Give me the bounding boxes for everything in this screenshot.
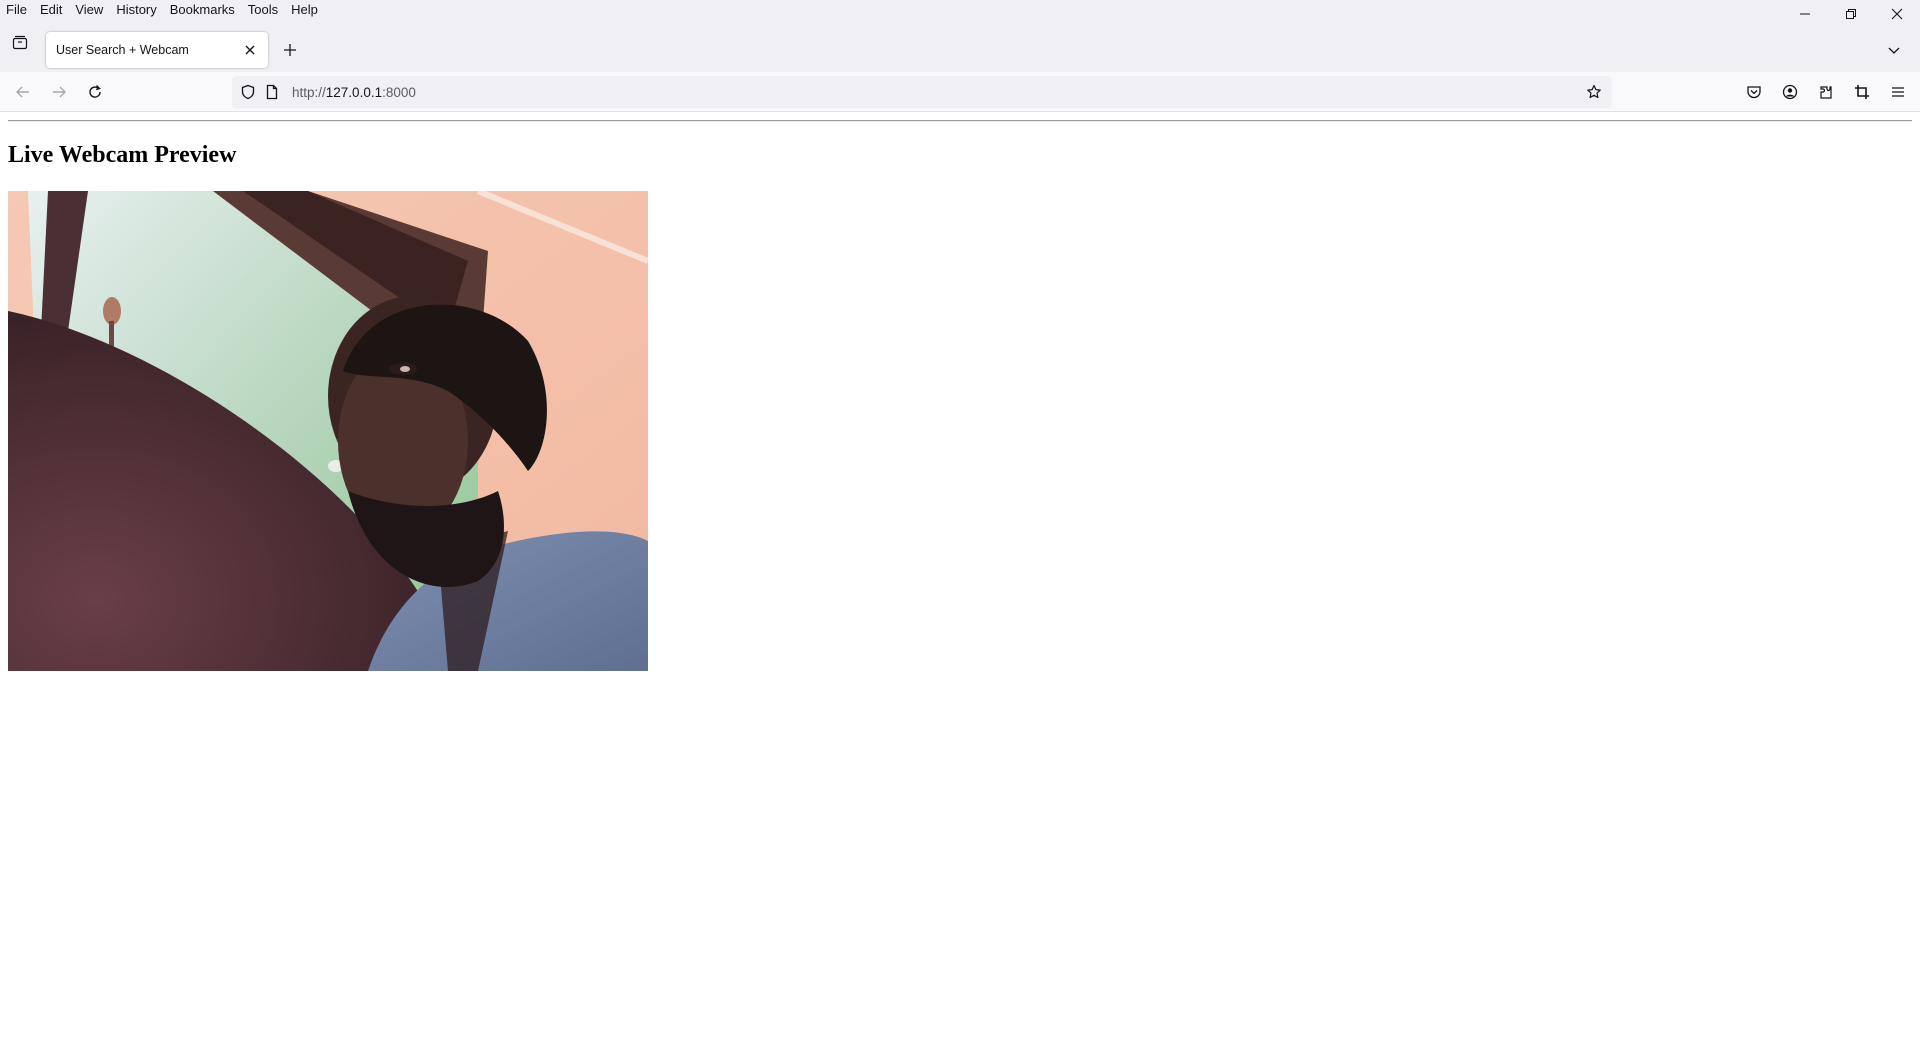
menu-edit[interactable]: Edit xyxy=(33,0,68,20)
chevron-down-icon xyxy=(1888,47,1900,54)
star-icon xyxy=(1587,84,1601,99)
close-icon xyxy=(245,45,255,55)
forward-button[interactable] xyxy=(45,78,73,106)
page-info-button[interactable] xyxy=(260,80,284,104)
account-icon xyxy=(1782,84,1798,100)
arrow-left-icon xyxy=(16,86,29,98)
screenshot-button[interactable] xyxy=(1848,78,1876,106)
page-icon xyxy=(266,84,278,100)
tab-strip: User Search + Webcam xyxy=(0,20,1920,72)
menu-bookmarks[interactable]: Bookmarks xyxy=(163,0,241,20)
menu-file[interactable]: File xyxy=(0,0,33,20)
url-text: http://127.0.0.1:8000 xyxy=(292,85,416,100)
restore-icon xyxy=(1846,9,1856,19)
crop-icon xyxy=(1855,85,1869,99)
reload-button[interactable] xyxy=(81,78,109,106)
new-tab-button[interactable] xyxy=(278,38,302,62)
plus-icon xyxy=(284,44,296,56)
menu-history[interactable]: History xyxy=(109,0,162,20)
url-bar[interactable]: http://127.0.0.1:8000 xyxy=(232,76,1612,108)
menu-tools[interactable]: Tools xyxy=(241,0,284,20)
list-all-tabs-button[interactable] xyxy=(1882,38,1906,62)
horizontal-rule xyxy=(8,120,1912,122)
app-menu-button[interactable] xyxy=(1884,78,1912,106)
arrow-right-icon xyxy=(53,86,66,98)
webcam-preview xyxy=(8,191,648,671)
reload-icon xyxy=(89,85,101,98)
back-button[interactable] xyxy=(9,78,37,106)
tab-list-icon xyxy=(12,35,28,50)
tab-title: User Search + Webcam xyxy=(56,43,189,57)
puzzle-icon xyxy=(1820,86,1832,99)
close-tab-button[interactable] xyxy=(238,38,262,62)
extensions-button[interactable] xyxy=(1812,78,1840,106)
account-button[interactable] xyxy=(1776,78,1804,106)
url-host: 127.0.0.1 xyxy=(325,84,383,100)
tab-list-button[interactable] xyxy=(8,30,32,54)
page-content: Live Webcam Preview xyxy=(0,112,1920,1040)
close-icon xyxy=(1891,8,1903,20)
shield-icon xyxy=(241,84,255,100)
url-port: :8000 xyxy=(382,84,416,100)
page-heading: Live Webcam Preview xyxy=(8,142,237,168)
toolbar-right xyxy=(1740,78,1912,106)
menu-bar: File Edit View History Bookmarks Tools H… xyxy=(0,0,1920,20)
url-scheme: http:// xyxy=(292,84,326,100)
pocket-icon xyxy=(1747,86,1761,99)
menu-help[interactable]: Help xyxy=(284,0,324,20)
minimize-icon xyxy=(1800,13,1810,15)
menu-view[interactable]: View xyxy=(68,0,109,20)
hamburger-icon xyxy=(1892,87,1904,97)
bookmark-button[interactable] xyxy=(1582,80,1606,104)
navigation-toolbar: http://127.0.0.1:8000 xyxy=(0,72,1920,112)
pocket-button[interactable] xyxy=(1740,78,1768,106)
webcam-frame xyxy=(8,191,648,671)
tab-active[interactable]: User Search + Webcam xyxy=(46,32,268,68)
tracking-protection-button[interactable] xyxy=(236,80,260,104)
